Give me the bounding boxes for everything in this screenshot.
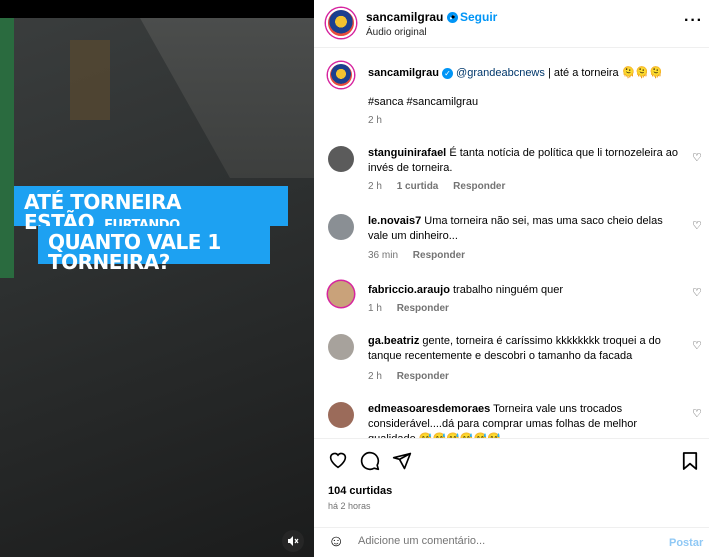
caption-body: | até a torneira 🫠🫠🫠: [544, 67, 663, 79]
comment-avatar[interactable]: [328, 334, 354, 360]
comment-meta: 36 min Responder: [368, 250, 477, 261]
separator-dot: •: [451, 10, 456, 24]
caption-username[interactable]: sancamilgrau: [368, 67, 439, 79]
comment-time: 36 min: [368, 250, 399, 261]
comment-body: edmeasoaresdemoraes Torneira vale uns tr…: [368, 402, 678, 438]
comment-avatar[interactable]: [328, 214, 354, 240]
post-comment-button[interactable]: Postar: [669, 537, 703, 549]
verified-badge-icon: ✓: [441, 67, 453, 79]
like-comment-icon[interactable]: ♡: [692, 339, 702, 352]
comment-avatar[interactable]: [328, 402, 354, 428]
comment-body: stanguinirafael É tanta notícia de polít…: [368, 146, 678, 176]
video-caption-line1: ATÉ TORNEIRA ESTÃOFURTANDO: [14, 186, 288, 232]
like-icon[interactable]: [328, 451, 348, 474]
like-comment-icon[interactable]: ♡: [692, 151, 702, 164]
caption-mention[interactable]: @grandeabcnews: [456, 67, 545, 79]
video-person: [70, 40, 110, 120]
post-actions: 104 curtidas há 2 horas ☺ Postar: [314, 438, 709, 557]
more-options-icon[interactable]: ···: [684, 12, 703, 30]
emoji-icon[interactable]: ☺: [328, 533, 344, 551]
reply-button[interactable]: Responder: [397, 371, 449, 382]
comment-icon[interactable]: [360, 451, 380, 476]
author-avatar[interactable]: [326, 8, 356, 38]
comment-meta: 1 h Responder: [368, 303, 461, 314]
comment-time: 1 h: [368, 303, 382, 314]
video-top-bar: [0, 0, 314, 18]
video-player[interactable]: ATÉ TORNEIRA ESTÃOFURTANDO QUANTO VALE 1…: [0, 0, 314, 557]
audio-label[interactable]: Áudio original: [366, 27, 427, 38]
author-username[interactable]: sancamilgrau ✓: [366, 10, 458, 24]
save-icon[interactable]: [682, 451, 698, 476]
comment-username[interactable]: le.novais7: [368, 215, 421, 227]
like-comment-icon[interactable]: ♡: [692, 219, 702, 232]
video-curb: [0, 18, 14, 278]
comments-list[interactable]: sancamilgrau ✓ @grandeabcnews | até a to…: [314, 48, 709, 438]
comment-time: 2 h: [368, 181, 382, 192]
comment-input[interactable]: [358, 535, 658, 547]
comment-avatar[interactable]: [328, 281, 354, 307]
follow-button[interactable]: Seguir: [460, 10, 497, 24]
comment-likes[interactable]: 1 curtida: [397, 181, 439, 192]
share-icon[interactable]: [392, 451, 412, 476]
caption-avatar[interactable]: [328, 62, 354, 88]
comment-text: trabalho ninguém quer: [452, 284, 564, 296]
caption-hashtags[interactable]: #sanca #sancamilgrau: [368, 95, 678, 110]
comment-body: le.novais7 Uma torneira não sei, mas uma…: [368, 214, 678, 244]
comment-body: ga.beatriz gente, torneira é caríssimo k…: [368, 334, 678, 364]
comment-username[interactable]: edmeasoaresdemoraes: [368, 403, 490, 415]
comment-meta: 2 h Responder: [368, 371, 461, 382]
comment-username[interactable]: ga.beatriz: [368, 335, 419, 347]
comment-username[interactable]: stanguinirafael: [368, 147, 446, 159]
like-comment-icon[interactable]: ♡: [692, 407, 702, 420]
add-comment-bar: ☺ Postar: [314, 527, 709, 557]
comment-username[interactable]: fabriccio.araujo: [368, 284, 450, 296]
reply-button[interactable]: Responder: [413, 250, 465, 261]
comment-meta: 2 h 1 curtida Responder: [368, 181, 517, 192]
post-header: sancamilgrau ✓ • Seguir Áudio original ·…: [314, 0, 709, 48]
likes-count[interactable]: 104 curtidas: [328, 485, 392, 497]
volume-muted-icon[interactable]: [282, 530, 304, 552]
caption-text: sancamilgrau ✓ @grandeabcnews | até a to…: [368, 66, 678, 81]
comment-avatar[interactable]: [328, 146, 354, 172]
comment-time: 2 h: [368, 371, 382, 382]
post-time: há 2 horas: [328, 501, 371, 511]
author-username-text[interactable]: sancamilgrau: [366, 10, 443, 24]
caption-time: 2 h: [368, 115, 382, 126]
video-caption-line2: QUANTO VALE 1 TORNEIRA?: [38, 226, 270, 272]
like-comment-icon[interactable]: ♡: [692, 286, 702, 299]
post-panel: sancamilgrau ✓ • Seguir Áudio original ·…: [314, 0, 709, 557]
reply-button[interactable]: Responder: [453, 181, 505, 192]
comment-body: fabriccio.araujo trabalho ninguém quer: [368, 283, 678, 298]
reply-button[interactable]: Responder: [397, 303, 449, 314]
